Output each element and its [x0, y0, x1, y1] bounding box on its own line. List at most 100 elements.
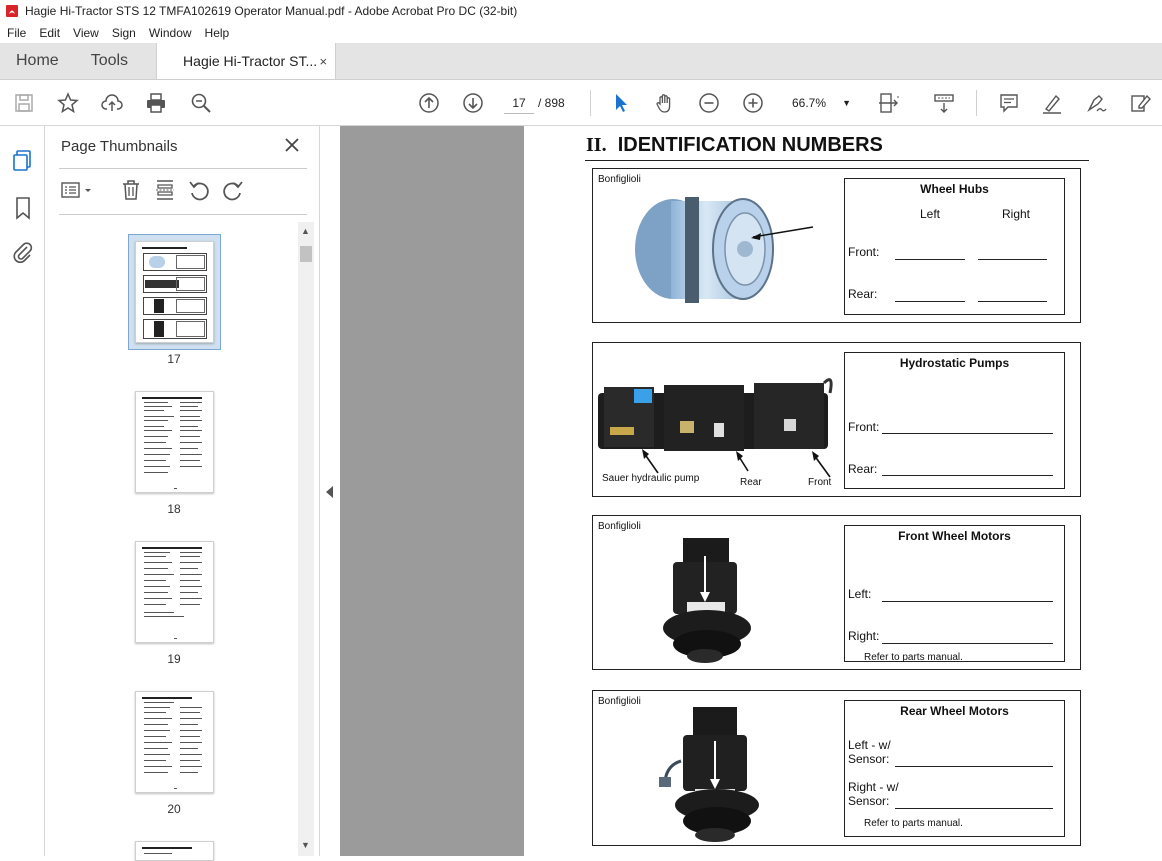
row-rear-label: Rear:: [848, 462, 878, 476]
rear-right-serial-field[interactable]: [978, 301, 1047, 302]
zoom-out-icon[interactable]: [697, 91, 721, 115]
document-view[interactable]: II. IDENTIFICATION NUMBERS Bonfiglioli W…: [340, 126, 1162, 856]
tab-document-label: Hagie Hi-Tractor ST...: [183, 53, 318, 69]
rotate-clockwise-icon[interactable]: [221, 178, 245, 202]
form-title: Rear Wheel Motors: [900, 704, 1009, 718]
rear-left-motor-serial-field[interactable]: [895, 766, 1053, 767]
thumbnail-label: 18: [167, 502, 181, 516]
row-right-sensor-label: Sensor:: [848, 794, 890, 808]
tab-home[interactable]: Home: [0, 43, 75, 79]
save-icon[interactable]: [12, 91, 36, 115]
front-pump-serial-field[interactable]: [882, 433, 1053, 434]
zoom-level-value: 66.7%: [792, 96, 827, 110]
front-left-motor-serial-field[interactable]: [882, 601, 1053, 602]
select-cursor-icon[interactable]: [609, 91, 633, 115]
caption-rear: Rear: [740, 477, 762, 488]
heading-text: IDENTIFICATION NUMBERS: [617, 134, 883, 156]
panel-collapse-strip[interactable]: [320, 126, 340, 856]
highlight-pen-icon[interactable]: [1040, 91, 1064, 115]
scrollbar-thumb[interactable]: [300, 246, 312, 262]
thumbnail-page-20[interactable]: [135, 691, 214, 793]
thumbnail-label: 20: [167, 802, 181, 816]
front-wheel-motors-form: Front Wheel Motors Left: Right: Refer to…: [844, 525, 1065, 663]
previous-page-icon[interactable]: [417, 91, 441, 115]
wheel-hub-image: [635, 197, 814, 303]
menu-window[interactable]: Window: [142, 26, 198, 40]
rear-wheel-motor-image: [659, 707, 759, 842]
row-right-label: Right:: [848, 629, 880, 643]
page-heading: II. IDENTIFICATION NUMBERS: [586, 134, 883, 157]
zoom-search-icon[interactable]: [189, 91, 213, 115]
wheel-hubs-form: Wheel Hubs Left Right Front: Rear:: [844, 178, 1065, 315]
front-right-motor-serial-field[interactable]: [882, 643, 1053, 644]
thumbnails-scrollbar[interactable]: ▲ ▼: [298, 222, 314, 856]
thumbnail-page-18[interactable]: [135, 391, 214, 493]
menu-view[interactable]: View: [66, 26, 105, 40]
thumbnail-page-17[interactable]: [135, 241, 214, 343]
panel-title: Page Thumbnails: [61, 138, 178, 155]
scroll-mode-icon[interactable]: [932, 91, 956, 115]
brand-label: Bonfiglioli: [598, 174, 641, 185]
page-fit-icon[interactable]: [876, 91, 900, 115]
rotate-counterclockwise-icon[interactable]: [187, 178, 211, 202]
bookmark-star-icon[interactable]: [56, 91, 80, 115]
edit-pdf-icon[interactable]: [1128, 91, 1152, 115]
page-number-input[interactable]: 17: [504, 92, 534, 114]
tab-document[interactable]: Hagie Hi-Tractor ST... ×: [156, 43, 337, 79]
form-title: Wheel Hubs: [920, 182, 989, 196]
thumbnail-page-19[interactable]: [135, 541, 214, 643]
hydrostatic-pumps-form: Hydrostatic Pumps Front: Rear:: [844, 352, 1065, 489]
scroll-up-icon[interactable]: ▲: [301, 226, 310, 236]
rear-right-motor-serial-field[interactable]: [895, 808, 1053, 809]
menu-bar: File Edit View Sign Window Help: [0, 22, 1162, 43]
rear-wheel-motors-form: Rear Wheel Motors Left - w/ Sensor: Righ…: [844, 700, 1065, 837]
panel-divider: [59, 168, 307, 169]
title-bar: Hagie Hi-Tractor STS 12 TMFA102619 Opera…: [0, 0, 1162, 22]
collapse-arrow-icon[interactable]: [326, 486, 333, 498]
thumbnail-page-partial[interactable]: [135, 841, 214, 861]
comment-icon[interactable]: [997, 91, 1021, 115]
zoom-level-select[interactable]: 66.7% ▼: [785, 92, 855, 114]
hand-tool-icon[interactable]: [653, 91, 677, 115]
section-front-wheel-motors: Bonfiglioli Front Wheel Motors Left: Rig…: [592, 515, 1081, 670]
page-total: / 898: [538, 96, 565, 110]
front-left-serial-field[interactable]: [895, 259, 965, 260]
menu-file[interactable]: File: [0, 26, 32, 40]
page-thumbnails-panel: Page Thumbnails 17 18 19 20 ▲ ▼: [45, 126, 320, 861]
chevron-down-icon: ▼: [842, 98, 851, 108]
close-panel-icon[interactable]: [283, 136, 301, 154]
extract-pages-icon[interactable]: [153, 178, 177, 202]
tab-tools[interactable]: Tools: [75, 43, 144, 79]
column-left-label: Left: [920, 207, 941, 221]
delete-page-icon[interactable]: [119, 178, 143, 202]
row-rear-label: Rear:: [848, 287, 878, 301]
row-left-label: Left:: [848, 587, 872, 601]
upload-cloud-icon[interactable]: [100, 91, 124, 115]
form-title: Hydrostatic Pumps: [899, 356, 1010, 370]
menu-help[interactable]: Help: [198, 26, 236, 40]
menu-edit[interactable]: Edit: [32, 26, 66, 40]
rear-pump-serial-field[interactable]: [882, 475, 1053, 476]
zoom-in-icon[interactable]: [741, 91, 765, 115]
next-page-icon[interactable]: [461, 91, 485, 115]
form-title: Front Wheel Motors: [898, 529, 1011, 543]
scroll-down-icon[interactable]: ▼: [301, 840, 310, 850]
column-right-label: Right: [1002, 207, 1031, 221]
row-left-sensor-label: Sensor:: [848, 752, 890, 766]
menu-sign[interactable]: Sign: [105, 26, 142, 40]
parts-manual-note: Refer to parts manual.: [864, 652, 963, 663]
thumbnail-options-icon[interactable]: [59, 178, 97, 202]
print-icon[interactable]: [144, 91, 168, 115]
acrobat-app-icon: [6, 5, 18, 17]
heading-rule: [585, 160, 1089, 161]
front-wheel-motor-image: [663, 538, 751, 663]
sign-pen-icon[interactable]: [1084, 91, 1108, 115]
row-left-label: Left - w/: [848, 738, 891, 752]
tab-close-icon[interactable]: ×: [319, 54, 327, 69]
thumbnail-label: 19: [167, 652, 181, 666]
front-right-serial-field[interactable]: [978, 259, 1047, 260]
page-thumbnails-icon[interactable]: [11, 148, 35, 172]
bookmarks-icon[interactable]: [11, 196, 35, 220]
rear-left-serial-field[interactable]: [895, 301, 965, 302]
attachments-paperclip-icon[interactable]: [11, 240, 35, 264]
